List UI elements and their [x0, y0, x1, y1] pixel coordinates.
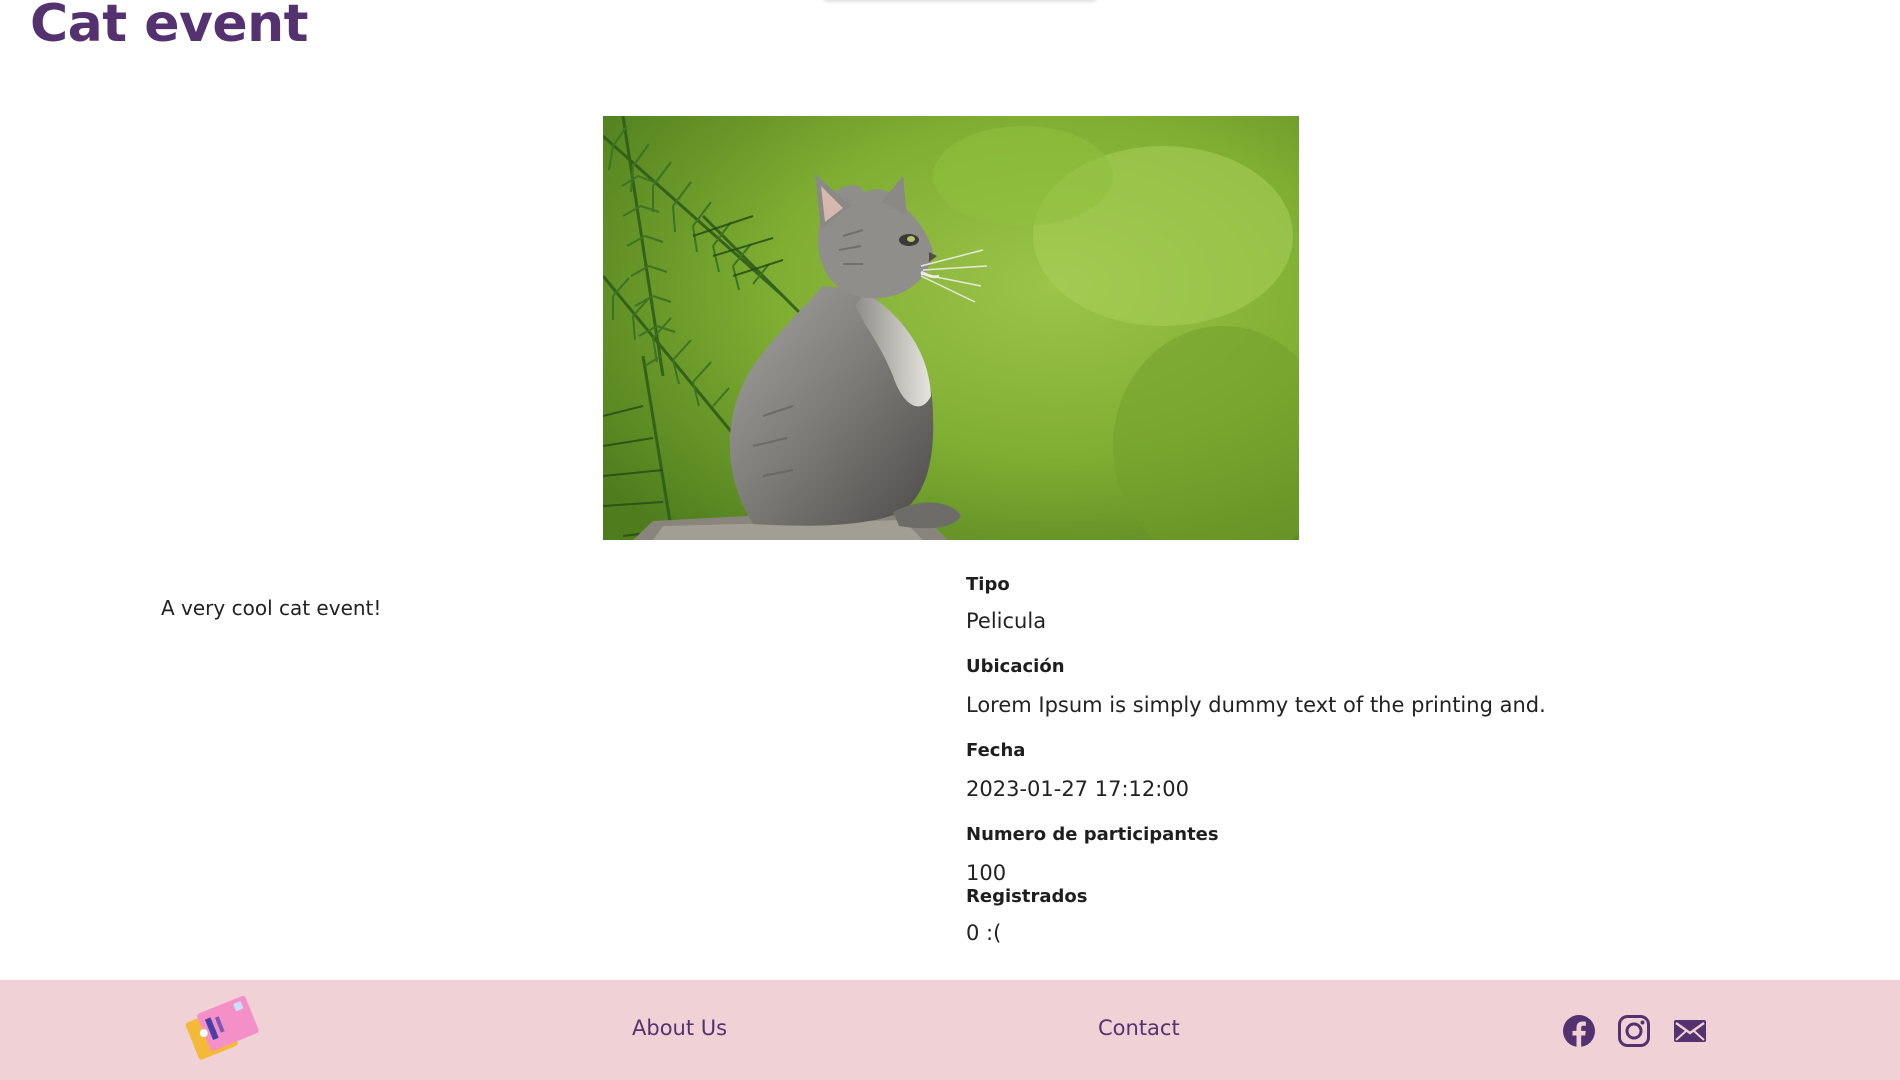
page-title: Cat event — [30, 0, 309, 54]
detail-label-participantes: Numero de participantes — [966, 824, 1219, 845]
detail-value-tipo: Pelicula — [966, 609, 1047, 633]
detail-label-fecha: Fecha — [966, 740, 1026, 761]
instagram-icon[interactable] — [1617, 1014, 1651, 1048]
detail-registrados: Registrados 0 :( — [966, 886, 1766, 946]
footer-contact-link[interactable]: Contact — [1098, 1016, 1180, 1040]
detail-value-participantes: 100 — [966, 861, 1007, 885]
detail-label-ubicacion: Ubicación — [966, 656, 1065, 677]
tickets-logo-icon[interactable] — [182, 994, 266, 1066]
detail-label-tipo: Tipo — [966, 574, 1010, 595]
detail-label-registrados: Registrados — [966, 886, 1088, 907]
detail-fecha: Fecha 2023-01-27 17:12:00 — [966, 740, 1766, 802]
event-description: A very cool cat event! — [161, 596, 382, 620]
detail-tipo: Tipo Pelicula — [966, 574, 1766, 634]
event-image — [603, 116, 1299, 540]
detail-value-ubicacion: Lorem Ipsum is simply dummy text of the … — [966, 693, 1546, 717]
mail-icon[interactable] — [1673, 1014, 1707, 1048]
event-page: Cat event A very cool cat event! Tipo Pe… — [0, 0, 1900, 1080]
footer-about-link[interactable]: About Us — [632, 1016, 727, 1040]
detail-participantes: Numero de participantes 100 — [966, 824, 1766, 886]
event-details: Tipo Pelicula Ubicación Lorem Ipsum is s… — [966, 574, 1766, 946]
kitten-photo — [603, 116, 1299, 540]
detail-ubicacion: Ubicación Lorem Ipsum is simply dummy te… — [966, 656, 1766, 718]
detail-value-fecha: 2023-01-27 17:12:00 — [966, 777, 1190, 801]
detail-value-registrados: 0 :( — [966, 921, 1002, 945]
facebook-icon[interactable] — [1562, 1014, 1596, 1048]
footer: About Us Contact — [0, 980, 1900, 1080]
